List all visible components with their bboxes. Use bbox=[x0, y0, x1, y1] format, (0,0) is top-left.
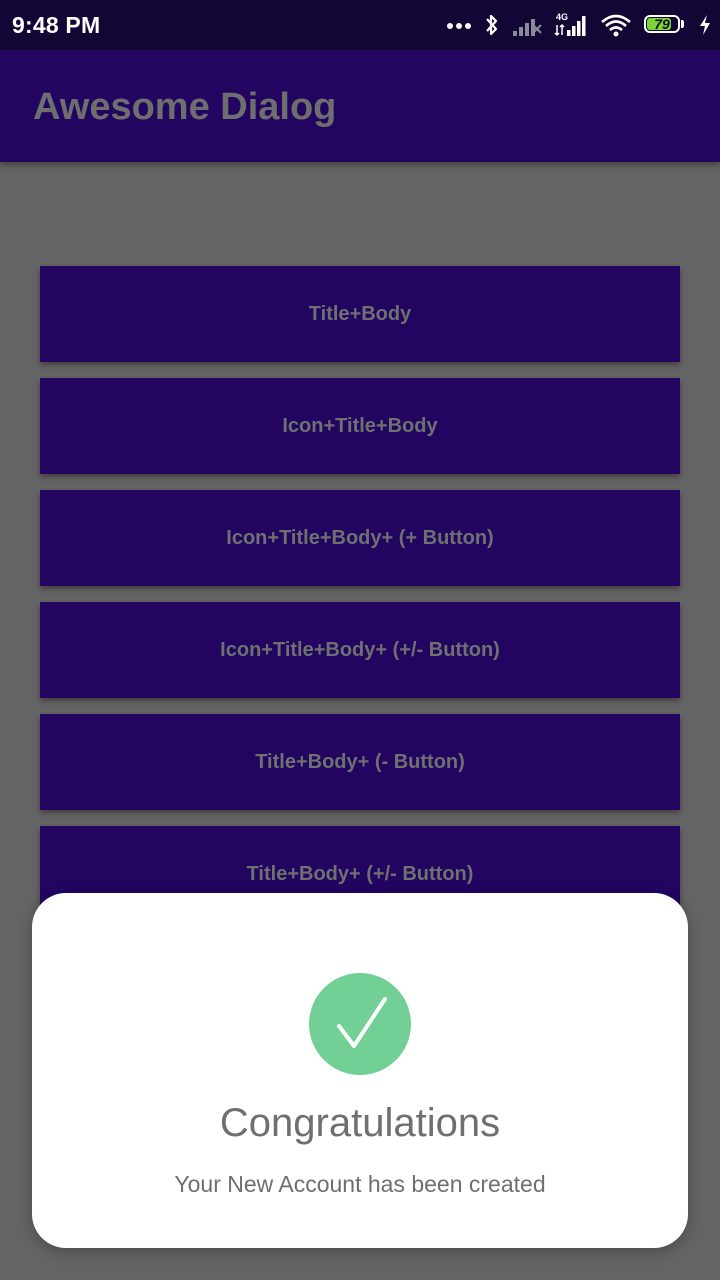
title-body-button[interactable]: Title+Body bbox=[40, 266, 680, 362]
screen: 9:48 PM 4G 79 Awesome Dialog Title+Body … bbox=[0, 0, 720, 1280]
signal-4g-icon bbox=[554, 13, 588, 37]
status-bar: 9:48 PM 4G 79 bbox=[0, 0, 720, 50]
battery-icon: 79 bbox=[644, 15, 686, 35]
wifi-icon bbox=[600, 13, 632, 37]
success-dialog[interactable]: Congratulations Your New Account has bee… bbox=[32, 893, 688, 1248]
dialog-title: Congratulations bbox=[219, 1101, 501, 1145]
icon-title-body-button[interactable]: Icon+Title+Body bbox=[40, 378, 680, 474]
signal-off-icon bbox=[512, 13, 542, 37]
dialog-body: Your New Account has been created bbox=[174, 1171, 546, 1197]
icon-title-body-plus-minus-button[interactable]: Icon+Title+Body+ (+/- Button) bbox=[40, 602, 680, 698]
status-icons: 79 bbox=[446, 10, 712, 40]
bluetooth-icon bbox=[484, 12, 500, 38]
more-dots-icon bbox=[446, 20, 472, 30]
app-title: Awesome Dialog bbox=[33, 86, 337, 128]
icon-title-body-plus-button[interactable]: Icon+Title+Body+ (+ Button) bbox=[40, 490, 680, 586]
title-body-minus-button[interactable]: Title+Body+ (- Button) bbox=[40, 714, 680, 810]
status-time: 9:48 PM bbox=[12, 12, 101, 38]
charging-bolt-icon bbox=[698, 14, 712, 36]
checkmark-icon bbox=[309, 973, 411, 1075]
battery-level: 79 bbox=[654, 16, 670, 32]
app-bar: Awesome Dialog bbox=[0, 50, 720, 162]
